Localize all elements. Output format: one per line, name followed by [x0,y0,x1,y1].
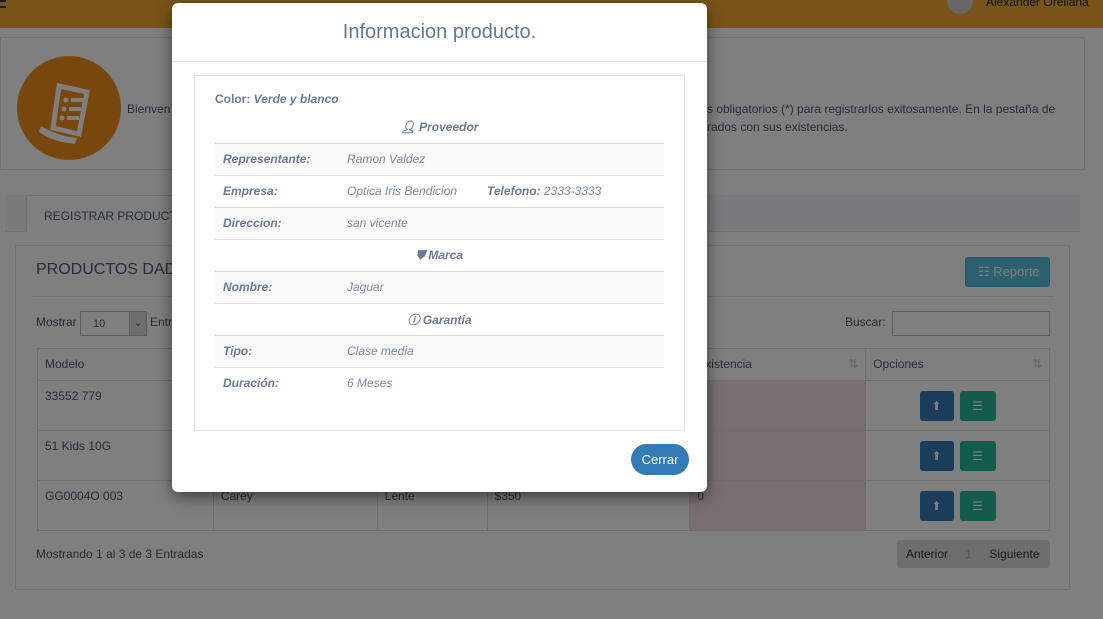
info-icon: ⓘ [407,312,420,327]
section-marca: ⛊ Marca [215,238,664,271]
value: 2333-3333 [543,184,602,198]
value: Jaguar [339,270,664,303]
label: Nombre: [215,270,339,303]
section-title: Marca [428,247,464,262]
modal-title: Informacion producto. [342,21,537,43]
product-info-modal: Informacion producto. Color: Verde y bla… [172,3,707,492]
color-line: Color: Verde y blanco [215,92,339,106]
label: Direccion: [215,206,339,239]
section-garantia: ⓘ Garantia [215,302,664,335]
label: Duración: [215,366,339,399]
value: 6 Meses [339,366,664,399]
section-title: Proveedor [419,119,479,134]
close-button[interactable]: Cerrar [631,444,689,475]
label: Empresa: [215,174,339,207]
color-value: Verde y blanco [253,92,339,106]
telefono: Telefono: 2333-3333 [479,174,664,207]
color-label: Color: [215,92,251,106]
value: san vicente [339,206,664,239]
info-table: 👤︎ Proveedor Representante: Ramon Valdez … [215,111,664,399]
label: Telefono: [487,184,541,198]
modal-content-box: Color: Verde y blanco 👤︎ Proveedor Repre… [194,75,685,431]
section-proveedor: 👤︎ Proveedor [215,111,664,143]
modal-header-divider [172,61,707,62]
section-title: Garantia [422,312,472,327]
value: Optica Iris Bendicion [339,174,479,207]
shield-icon: ⛊ [415,247,425,262]
value: Clase media [339,334,664,367]
label: Tipo: [215,334,339,367]
label: Representante: [215,142,339,175]
user-icon: 👤︎ [400,119,416,134]
value: Ramon Valdez [339,142,664,175]
